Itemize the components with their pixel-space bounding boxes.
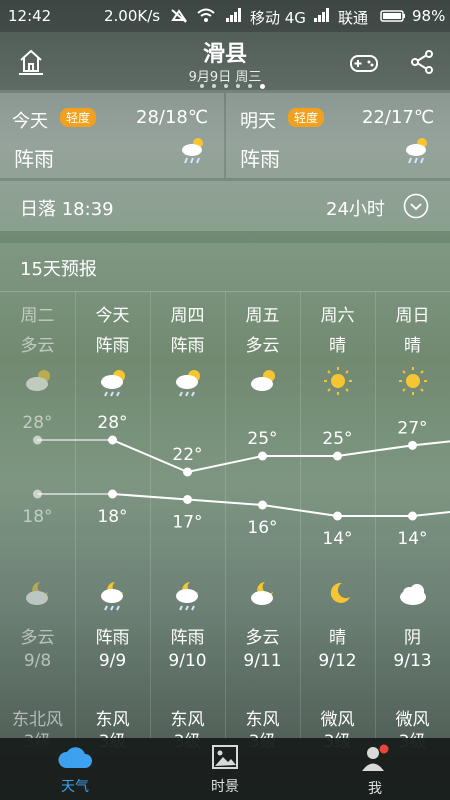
- low-temp-label: 16°: [247, 518, 277, 538]
- status-speed: 2.00K/s: [104, 7, 161, 25]
- user-icon: [362, 744, 389, 771]
- carrier-mobile: 移动 4G: [250, 9, 306, 27]
- high-temp-label: 25°: [322, 429, 352, 449]
- signal-icon: [314, 8, 329, 22]
- high-temp-label: 28°: [22, 413, 52, 433]
- high-temp-label: 25°: [247, 429, 277, 449]
- nav-scenery-label: 时景: [211, 779, 239, 795]
- sun-cloud-rain-icon: [182, 138, 203, 164]
- low-temp-label: 18°: [22, 507, 52, 527]
- low-temp-point: [333, 511, 342, 521]
- picture-icon: [212, 745, 238, 769]
- tomorrow-label: 明天: [240, 111, 276, 132]
- signal-icon: [226, 8, 241, 22]
- high-temp-label: 27°: [397, 418, 427, 438]
- page-indicator: [200, 84, 265, 89]
- sunset-time: 日落 18:39: [20, 199, 114, 220]
- low-temp-point: [108, 489, 117, 499]
- low-temp-label: 14°: [397, 529, 427, 549]
- chevron-down-icon[interactable]: [403, 193, 429, 219]
- today-temp: 28/18℃: [136, 107, 209, 128]
- sun-cloud-rain-icon: [406, 138, 427, 164]
- bottom-nav: 天气 时景 我: [0, 738, 450, 800]
- gamepad-icon[interactable]: [348, 50, 380, 76]
- high-temp-line: [112, 439, 450, 474]
- temperature-chart: 28° 18° 28° 18° 22° 17° 25° 16° 25° 14° 27° 14°: [22, 413, 450, 549]
- today-condition: 阵雨: [14, 147, 54, 171]
- city-name[interactable]: 滑县: [0, 36, 450, 68]
- sunset-bar[interactable]: 日落 18:39 24小时: [0, 181, 450, 231]
- nav-weather[interactable]: 天气: [0, 744, 150, 796]
- tomorrow-condition: 阵雨: [240, 147, 280, 171]
- high-temp-point: [333, 451, 342, 461]
- battery-icon: [380, 10, 405, 22]
- low-temp-point: [33, 489, 42, 499]
- low-temp-label: 14°: [322, 529, 352, 549]
- nav-weather-label: 天气: [61, 779, 89, 795]
- high-temp-label: 28°: [97, 413, 127, 433]
- header-date: 9月9日 周三: [188, 70, 262, 85]
- low-temp-label: 18°: [97, 507, 127, 527]
- high-temp-point: [33, 435, 42, 445]
- mute-icon: [171, 9, 187, 23]
- low-temp-line: [112, 493, 450, 517]
- nav-scenery[interactable]: 时景: [150, 744, 300, 796]
- cloud-icon: [58, 747, 92, 768]
- high-temp-point: [258, 451, 267, 461]
- share-icon[interactable]: [408, 48, 436, 76]
- forecast-panel: 15天预报 周二多云多云9/8东北风3级今天阵雨阵雨9/9东风3级周四阵雨阵雨9…: [0, 243, 450, 800]
- status-time: 12:42: [8, 7, 52, 25]
- low-temp-point: [408, 511, 417, 521]
- high-temp-point: [108, 435, 117, 445]
- aqi-badge: 轻度: [288, 108, 325, 127]
- low-temp-label: 17°: [172, 513, 202, 533]
- aqi-badge: 轻度: [60, 108, 97, 127]
- low-temp-point: [183, 495, 192, 504]
- battery-percent: 98%: [412, 7, 446, 25]
- nav-me-label: 我: [368, 781, 382, 797]
- tomorrow-card[interactable]: 明天 轻度 22/17℃ 阵雨: [226, 93, 450, 178]
- high-temp-point: [183, 467, 192, 477]
- status-bar: 12:42 2.00K/s 移动 4G 联通 98%: [0, 0, 450, 32]
- low-temp-point: [258, 500, 267, 510]
- high-temp-point: [408, 440, 417, 450]
- carrier-unicom: 联通: [338, 9, 369, 27]
- hourly-toggle-label[interactable]: 24小时: [326, 195, 385, 221]
- tomorrow-temp: 22/17℃: [362, 107, 435, 128]
- today-card[interactable]: 今天 轻度 28/18℃ 阵雨: [0, 93, 224, 178]
- nav-me[interactable]: 我: [300, 744, 450, 798]
- wifi-icon: [197, 8, 215, 22]
- high-temp-label: 22°: [172, 445, 202, 465]
- today-label: 今天: [12, 111, 48, 132]
